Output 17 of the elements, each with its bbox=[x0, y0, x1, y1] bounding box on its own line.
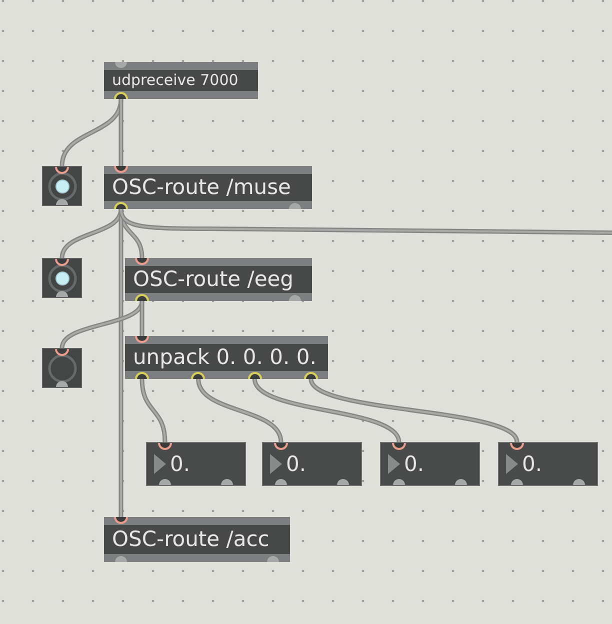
object-label: unpack 0. 0. 0. 0. bbox=[133, 347, 316, 368]
triangle-icon bbox=[506, 454, 518, 474]
object-label: OSC-route /muse bbox=[112, 177, 291, 198]
number-box[interactable]: 0. bbox=[262, 442, 362, 486]
number-box[interactable]: 0. bbox=[146, 442, 246, 486]
patch-cord bbox=[140, 378, 168, 442]
triangle-icon bbox=[270, 454, 282, 474]
number-box[interactable]: 0. bbox=[380, 442, 480, 486]
number-box[interactable]: 0. bbox=[498, 442, 598, 486]
object-label: OSC-route /eeg bbox=[133, 269, 294, 290]
bang-button[interactable] bbox=[42, 348, 82, 388]
triangle-icon bbox=[388, 454, 400, 474]
triangle-icon bbox=[154, 454, 166, 474]
object-label: udpreceive 7000 bbox=[112, 73, 238, 88]
bang-button[interactable] bbox=[42, 166, 82, 206]
object-label: OSC-route /acc bbox=[112, 529, 270, 550]
bang-button[interactable] bbox=[42, 258, 82, 298]
